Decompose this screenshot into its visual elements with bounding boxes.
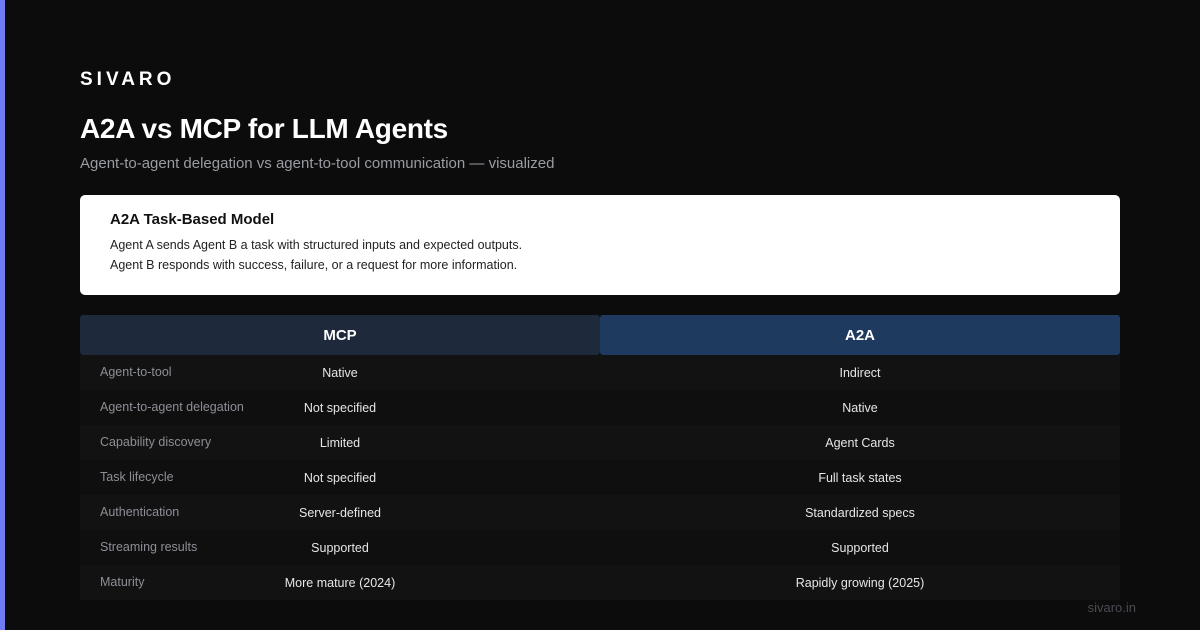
info-card: A2A Task-Based Model Agent A sends Agent… <box>80 195 1120 295</box>
table-row: Streaming results Supported Supported <box>80 530 1120 565</box>
table-row: Authentication Server-defined Standardiz… <box>80 495 1120 530</box>
cell-a2a: Rapidly growing (2025) <box>795 575 925 590</box>
comparison-table: MCP A2A Agent-to-tool Native Indirect Ag… <box>80 315 1120 600</box>
row-label: Authentication <box>100 505 180 519</box>
card-title: A2A Task-Based Model <box>110 211 275 228</box>
cell-mcp: More mature (2024) <box>284 575 396 590</box>
brand-logo: SIVARO <box>80 69 176 90</box>
cell-a2a: Native <box>842 400 878 415</box>
header-a2a: A2A <box>600 315 1120 355</box>
row-label: Agent-to-tool <box>100 365 172 379</box>
table-row: Task lifecycle Not specified Full task s… <box>80 460 1120 495</box>
card-line: Agent B responds with success, failure, … <box>110 258 518 272</box>
table-row: Capability discovery Limited Agent Cards <box>80 425 1120 460</box>
table-header: MCP A2A <box>80 315 1120 355</box>
cell-a2a: Agent Cards <box>825 435 895 450</box>
row-label: Maturity <box>100 575 145 589</box>
header-mcp: MCP <box>80 315 600 355</box>
card-line: Agent A sends Agent B a task with struct… <box>110 238 523 252</box>
row-label: Streaming results <box>100 540 198 554</box>
cell-a2a: Full task states <box>818 470 902 485</box>
cell-a2a: Standardized specs <box>805 505 915 520</box>
cell-a2a: Indirect <box>839 365 881 380</box>
row-label: Agent-to-agent delegation <box>100 400 244 414</box>
page-title: A2A vs MCP for LLM Agents <box>80 113 448 144</box>
table-row: Agent-to-tool Native Indirect <box>80 355 1120 390</box>
footer-url: sivaro.in <box>1087 600 1136 615</box>
row-label: Task lifecycle <box>100 470 174 484</box>
cell-a2a: Supported <box>831 540 889 555</box>
row-label: Capability discovery <box>100 435 212 449</box>
page-subtitle: Agent-to-agent delegation vs agent-to-to… <box>80 155 555 172</box>
accent-bar <box>0 0 5 630</box>
table-row: Maturity More mature (2024) Rapidly grow… <box>80 565 1120 600</box>
table-row: Agent-to-agent delegation Not specified … <box>80 390 1120 425</box>
